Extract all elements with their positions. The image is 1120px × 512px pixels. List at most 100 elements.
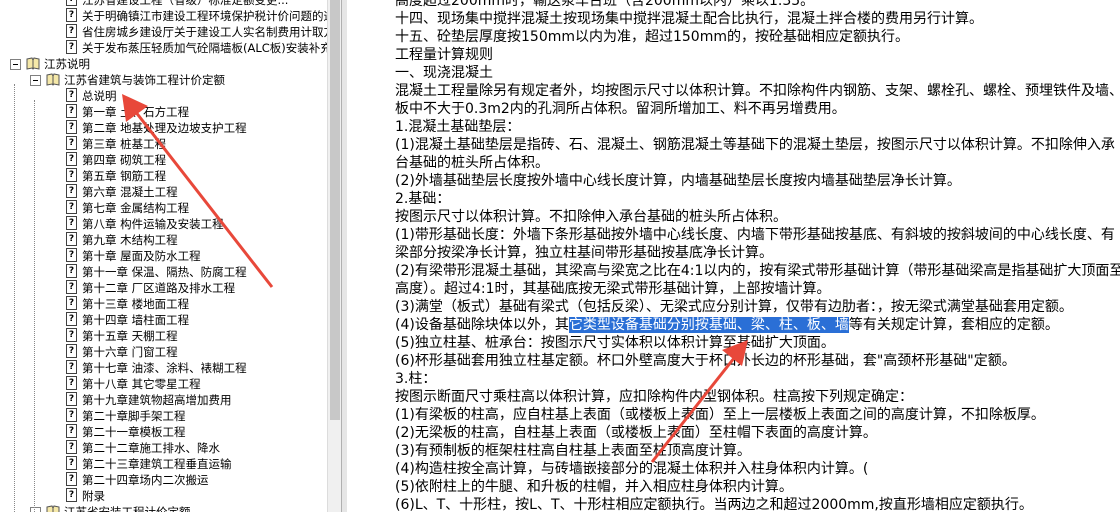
content-line-text: (2)有梁带形混凝土基础，其梁高与梁宽之比在4:1以内的，按有梁式带形基础计算（… — [395, 263, 1120, 279]
tree-topic-row[interactable]: ? 第四章 砌筑工程 — [0, 152, 327, 168]
tree-topic-row[interactable]: ? 第十九章建筑物超高增加费用 — [0, 392, 327, 408]
tree-topic-label: 第四章 砌筑工程 — [82, 153, 167, 167]
tree-scrollbar[interactable] — [327, 0, 342, 512]
tree-topic-row[interactable]: ? 第五章 钢筋工程 — [0, 168, 327, 184]
content-line-text: (3)满堂（板式）基础有梁式（包括反梁）、无梁式应分别计算，仅带有边肋者：，按无… — [395, 299, 1073, 315]
content-line-text: 十四、现场集中搅拌混凝土按现场集中搅拌混凝土配合比执行，混凝土拌合楼的费用另行计… — [395, 11, 983, 27]
tree-folder-row[interactable]: 江苏省安装工程计价定额 — [0, 504, 327, 512]
tree-topic-row[interactable]: ? 第十七章 油漆、涂料、裱糊工程 — [0, 360, 327, 376]
tree-topic-row[interactable]: ? 关于明确镇江市建设工程环境保护税计价问题的通 — [0, 8, 327, 24]
tree-topic-row[interactable]: ? 第二十章脚手架工程 — [0, 408, 327, 424]
tree-topic-label: 第二十一章模板工程 — [82, 425, 186, 439]
content-line: (6)L、T、十形柱，按L、T、十形柱相应定额执行。当两边之和超过2000mm,… — [395, 496, 1033, 512]
content-line: (1)有梁板的柱高，应自柱基上表面（或楼板上表面）至上一层楼板上表面之间的高度计… — [395, 406, 1045, 424]
help-page-icon: ? — [66, 296, 77, 310]
help-page-icon: ? — [66, 456, 77, 470]
content-line: 按图示尺寸以体积计算。不扣除伸入承台基础的桩头所占体积。 — [395, 208, 787, 226]
content-line: (2)外墙基础垫层长度按外墙中心线长度计算，内墙基础垫层长度按内墙基础垫层净长计… — [395, 172, 961, 190]
tree-topic-row[interactable]: ? 第十六章 门窗工程 — [0, 344, 327, 360]
tree-topic-row[interactable]: ? 第十五章 天棚工程 — [0, 328, 327, 344]
help-page-icon: ? — [66, 88, 77, 102]
tree-folder-row[interactable]: 江苏省建筑与装饰工程计价定额 — [0, 72, 327, 88]
tree-topic-row[interactable]: ? 第二章 地基处理及边坡支护工程 — [0, 120, 327, 136]
tree-topic-row[interactable]: ? 第十章 屋面及防水工程 — [0, 248, 327, 264]
tree-topic-row[interactable]: ? 第十二章 厂区道路及排水工程 — [0, 280, 327, 296]
content-panel: 高度超过200mm时，輸送泵车台班（含200mm以内）乘以1.35。 十四、现场集… — [347, 0, 1120, 512]
tree-topic-row[interactable]: ? 第三章 桩基工程 — [0, 136, 327, 152]
tree-topic-row[interactable]: ? 第七章 金属结构工程 — [0, 200, 327, 216]
collapse-toggle-icon[interactable] — [10, 59, 21, 70]
tree-scrollbar-thumb[interactable] — [330, 0, 340, 420]
tree-topic-label: 第十章 屋面及防水工程 — [82, 249, 201, 263]
help-page-icon: ? — [66, 184, 77, 198]
tree-topic-row[interactable]: ? 第十一章 保温、隔热、防腐工程 — [0, 264, 327, 280]
help-page-icon: ? — [66, 8, 77, 22]
content-line: 混凝土工程量除另有规定者外，均按图示尺寸以体积计算。不扣除构件内钢筋、支架、螺栓… — [395, 82, 1120, 100]
tree-topic-row[interactable]: ? 第十四章 墙柱面工程 — [0, 312, 327, 328]
help-page-icon: ? — [66, 24, 77, 38]
content-line: 高度超过200mm时，輸送泵车台班（含200mm以内）乘以1.35。 — [395, 0, 814, 10]
content-line-text: (4)构造柱按全高计算，与砖墙嵌接部分的混凝土体积并入柱身体积内计算。( — [395, 461, 869, 477]
content-line: 台基础的桩头所占体积。 — [395, 154, 549, 172]
help-page-icon: ? — [66, 40, 77, 54]
tree-topic-row[interactable]: ? 第八章 构件运输及安装工程 — [0, 216, 327, 232]
collapse-toggle-icon[interactable] — [30, 507, 41, 512]
content-line: (1)混凝土基础垫层是指砖、石、混凝土、钢筋混凝土等基础下的混凝土垫层，按图示尺… — [395, 136, 1115, 154]
content-line: 一、现浇混凝土 — [395, 64, 493, 82]
content-line: (5)独立柱基、桩承台：按图示尺寸实体积以体积计算至基础扩大顶面。 — [395, 334, 835, 352]
tree-topic-row[interactable]: ? 第二十一章模板工程 — [0, 424, 327, 440]
content-line-text: 工程量计算规则 — [395, 47, 493, 63]
content-line: 3.柱： — [395, 370, 436, 388]
tree-topic-row[interactable]: ? 省住房城乡建设厅关于建设工人实名制费用计取方 — [0, 24, 327, 40]
content-line: (4)设备基础除块体以外，其它类型设备基础分别按基础、梁、柱、板、墙等有关规定计… — [395, 316, 1059, 334]
tree-topic-row[interactable]: ? 第十三章 楼地面工程 — [0, 296, 327, 312]
open-book-icon — [46, 505, 60, 512]
tree-topic-label: 第八章 构件运输及安装工程 — [82, 217, 224, 231]
tree-topic-row[interactable]: ? 第二十二章施工排水、降水 — [0, 440, 327, 456]
tree-topic-label: 第一章 土、石方工程 — [82, 105, 190, 119]
tree-topic-label: 关于明确镇江市建设工程环境保护税计价问题的通 — [82, 9, 327, 23]
tree-topic-row[interactable]: ? 第九章 木结构工程 — [0, 232, 327, 248]
tree-topic-row[interactable]: ? 第二十三章建筑工程垂直运输 — [0, 456, 327, 472]
content-line-text: 板中不大于0.3m2内的孔洞所占体积。留洞所增加工、料不再另增费用。 — [395, 101, 846, 117]
content-line: (2)无梁板的柱高，自柱基上表面（或楼板上表面）至柱帽下表面的高度计算。 — [395, 424, 877, 442]
tree-folder-label: 江苏省安装工程计价定额 — [64, 505, 191, 512]
tree-topic-label: 第十二章 厂区道路及排水工程 — [82, 281, 236, 295]
tree-topic-row[interactable]: ? 总说明 — [0, 88, 327, 104]
tree-topic-label: 第十六章 门窗工程 — [82, 345, 178, 359]
content-line-tail: 等有关规定计算，套相应的定额。 — [848, 317, 1059, 333]
tree-topic-label: 总说明 — [82, 89, 117, 103]
tree-topic-row[interactable]: ? 附录 — [0, 488, 327, 504]
content-line: (1)带形基础长度：外墙下条形基础按外墙中心线长度、内墙下带形基础按基底、有斜坡… — [395, 226, 1115, 244]
tree-topic-label: 第十九章建筑物超高增加费用 — [82, 393, 232, 407]
selected-text[interactable]: 它类型设备基础分别按基础、梁、柱、板、墙 — [568, 317, 849, 333]
content-line: 2.基础： — [395, 190, 450, 208]
content-line-text: (3)有预制板的框架柱柱高自柱基上表面至柱顶高度计算。 — [395, 443, 751, 459]
content-line-text: 混凝土工程量除另有规定者外，均按图示尺寸以体积计算。不扣除构件内钢筋、支架、螺栓… — [395, 83, 1120, 99]
collapse-toggle-icon[interactable] — [30, 75, 41, 86]
tree-topic-label: 省住房城乡建设厅关于建设工人实名制费用计取方 — [82, 25, 327, 39]
tree-topic-label: 第六章 混凝土工程 — [82, 185, 178, 199]
tree-topic-row[interactable]: ? 第二十四章场内二次搬运 — [0, 472, 327, 488]
tree-topic-row[interactable]: ? 第一章 土、石方工程 — [0, 104, 327, 120]
help-page-icon: ? — [66, 424, 77, 438]
tree-topic-label: 关于发布蒸压轻质加气砼隔墙板(ALC板)安装补充 — [82, 41, 327, 55]
help-page-icon: ? — [66, 488, 77, 502]
content-line-text: (1)混凝土基础垫层是指砖、石、混凝土、钢筋混凝土等基础下的混凝土垫层，按图示尺… — [395, 137, 1115, 153]
help-page-icon: ? — [66, 104, 77, 118]
content-line-text: (2)无梁板的柱高，自柱基上表面（或楼板上表面）至柱帽下表面的高度计算。 — [395, 425, 877, 441]
tree-folder-row[interactable]: 江苏说明 — [0, 56, 327, 72]
tree-topic-label: 第十四章 墙柱面工程 — [82, 313, 190, 327]
help-page-icon: ? — [66, 248, 77, 262]
content-line: (6)杯形基础套用独立柱基定额。杯口外壁高度大于杯口外长边的杯形基础，套"高颈杯… — [395, 352, 1016, 370]
tree-topic-label: 第十五章 天棚工程 — [82, 329, 178, 343]
help-page-icon: ? — [66, 408, 77, 422]
content-line-text: (6)L、T、十形柱，按L、T、十形柱相应定额执行。当两边之和超过2000mm,… — [395, 497, 1033, 512]
content-line: (4)构造柱按全高计算，与砖墙嵌接部分的混凝土体积并入柱身体积内计算。( — [395, 460, 868, 478]
tree-topic-row[interactable]: ? 第六章 混凝土工程 — [0, 184, 327, 200]
tree-topic-row[interactable]: ? 关于发布蒸压轻质加气砼隔墙板(ALC板)安装补充 — [0, 40, 327, 56]
tree-guide-line — [34, 100, 35, 512]
tree-topic-row[interactable]: ? 第十八章 其它零星工程 — [0, 376, 327, 392]
content-line-text: 十五、砼垫层厚度按150mm以内为准，超过150mm的，按砼基础相应定额执行。 — [395, 29, 909, 45]
tree-topic-row[interactable]: ? 江苏省建设工程（省级）标准定额变更... — [0, 0, 327, 8]
